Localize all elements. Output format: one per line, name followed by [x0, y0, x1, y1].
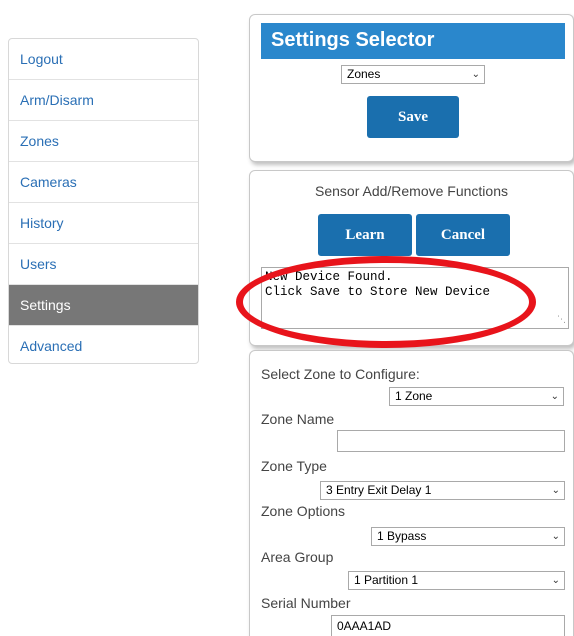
chevron-down-icon: ⌄	[471, 69, 480, 80]
sidebar-item-history[interactable]: History	[9, 203, 198, 244]
sensor-message-textarea[interactable]: New Device Found. Click Save to Store New…	[261, 267, 569, 329]
sidebar-item-settings[interactable]: Settings	[9, 285, 198, 326]
sensor-functions-title: Sensor Add/Remove Functions	[315, 183, 508, 199]
chevron-down-icon: ⌄	[551, 575, 560, 586]
zone-type-label: Zone Type	[261, 458, 327, 474]
area-group-select[interactable]: 1 Partition 1 ⌄	[348, 571, 565, 590]
zone-options-value: 1 Bypass	[377, 529, 427, 543]
select-zone-label: Select Zone to Configure:	[261, 366, 420, 382]
resize-grip-icon[interactable]: ⋱	[557, 313, 566, 328]
sidebar-item-zones[interactable]: Zones	[9, 121, 198, 162]
zone-select-value: 1 Zone	[395, 389, 433, 403]
sidebar-item-cameras[interactable]: Cameras	[9, 162, 198, 203]
serial-number-label: Serial Number	[261, 595, 351, 611]
chevron-down-icon: ⌄	[551, 485, 560, 496]
chevron-down-icon: ⌄	[550, 391, 559, 402]
settings-select-value: Zones	[347, 67, 381, 81]
message-line-1: New Device Found.	[265, 270, 393, 284]
cancel-button[interactable]: Cancel	[416, 214, 510, 256]
chevron-down-icon: ⌄	[551, 531, 560, 542]
zone-options-select[interactable]: 1 Bypass ⌄	[371, 527, 565, 546]
zone-select[interactable]: 1 Zone ⌄	[389, 387, 564, 406]
sidebar-nav: Logout Arm/Disarm Zones Cameras History …	[8, 38, 199, 364]
sensor-functions-panel: Sensor Add/Remove Functions Learn Cancel…	[249, 170, 574, 346]
serial-number-input[interactable]: 0AAA1AD	[331, 615, 565, 636]
zone-name-label: Zone Name	[261, 411, 335, 427]
message-line-2: Click Save to Store New Device	[265, 285, 491, 299]
sidebar-item-advanced[interactable]: Advanced	[9, 326, 198, 363]
learn-button[interactable]: Learn	[318, 214, 412, 256]
sidebar-item-arm-disarm[interactable]: Arm/Disarm	[9, 80, 198, 121]
zone-type-select[interactable]: 3 Entry Exit Delay 1 ⌄	[320, 481, 565, 500]
area-group-value: 1 Partition 1	[354, 573, 419, 587]
area-group-label: Area Group	[261, 549, 334, 565]
zone-options-label: Zone Options	[261, 503, 346, 519]
zone-name-input[interactable]	[337, 430, 565, 452]
sidebar-item-logout[interactable]: Logout	[9, 39, 198, 80]
zone-config-panel: Select Zone to Configure: 1 Zone ⌄ Zone …	[249, 350, 574, 636]
zone-type-value: 3 Entry Exit Delay 1	[326, 483, 432, 497]
sidebar-item-users[interactable]: Users	[9, 244, 198, 285]
settings-select[interactable]: Zones ⌄	[341, 65, 485, 84]
save-settings-button[interactable]: Save	[367, 96, 459, 138]
settings-selector-title: Settings Selector	[261, 23, 565, 59]
settings-selector-panel: Settings Selector Zones ⌄ Save	[249, 14, 574, 162]
